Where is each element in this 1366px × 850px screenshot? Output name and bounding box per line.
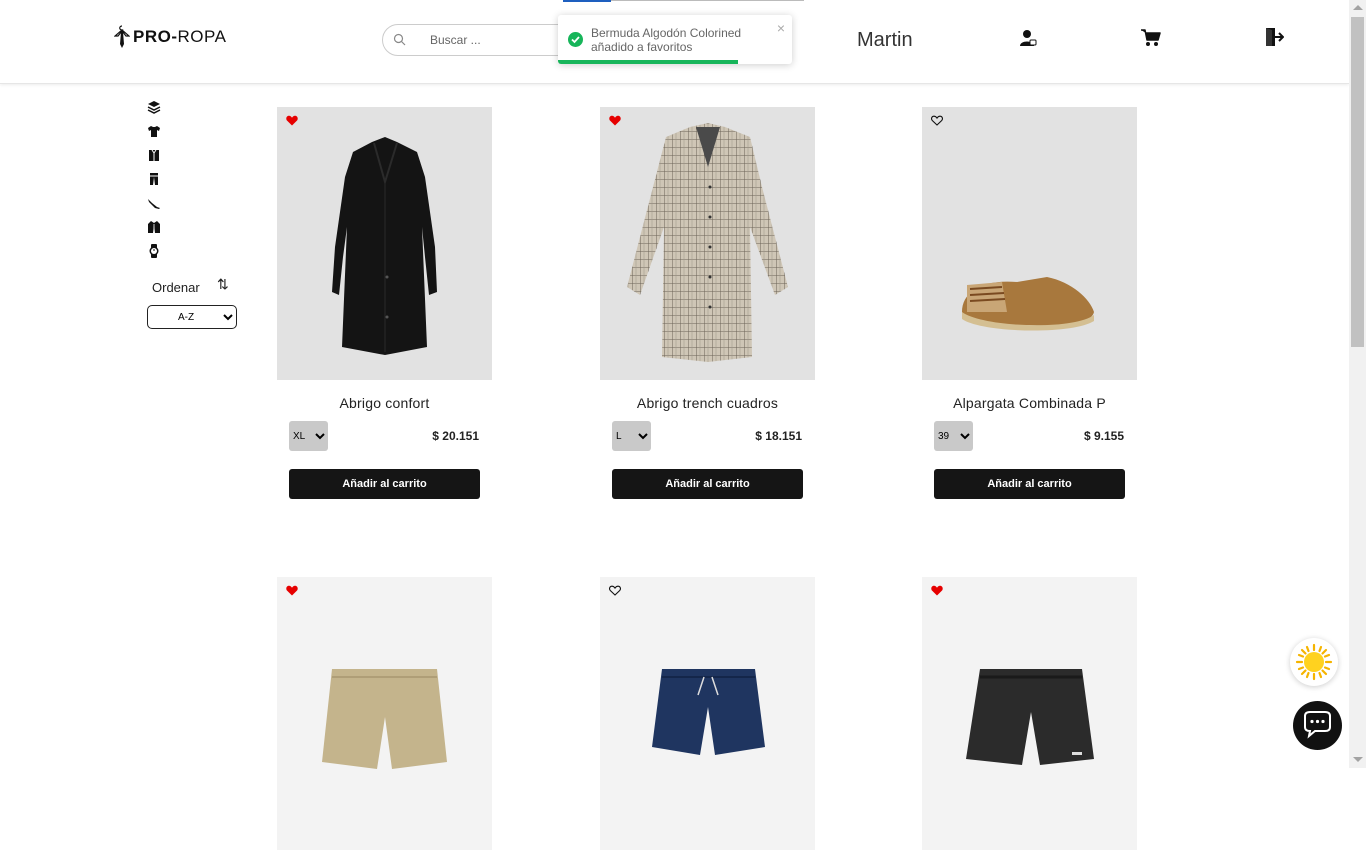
favorite-heart-outline-icon[interactable] — [931, 115, 943, 126]
trench-coat-image — [627, 123, 788, 362]
product-name[interactable]: Alpargata Combinada P — [922, 395, 1137, 411]
search-input[interactable] — [428, 32, 562, 48]
espadrille-image — [962, 277, 1094, 331]
logo[interactable]: PRO-ROPA — [114, 24, 226, 50]
product-price: $ 9.155 — [1083, 429, 1124, 443]
size-select[interactable]: XL — [289, 421, 328, 451]
product-name[interactable]: Abrigo trench cuadros — [600, 395, 815, 411]
product-price: $ 18.151 — [755, 429, 802, 443]
favorite-heart-outline-icon[interactable] — [609, 585, 621, 596]
product-price: $ 20.151 — [432, 429, 479, 443]
product-image[interactable] — [922, 107, 1137, 380]
toast-notification: Bermuda Algodón Colorined añadido a favo… — [558, 15, 792, 64]
order-label: Ordenar — [152, 280, 200, 295]
toast-close-button[interactable]: × — [777, 20, 785, 36]
product-image[interactable] — [922, 577, 1137, 850]
theme-toggle-button[interactable] — [1290, 638, 1338, 686]
username: Martin — [857, 29, 913, 51]
logo-text: PRO-ROPA — [133, 27, 227, 46]
toast-message: Bermuda Algodón Colorined añadido a favo… — [591, 26, 742, 54]
watch-icon[interactable] — [147, 244, 161, 258]
scroll-up-arrow[interactable] — [1353, 5, 1363, 10]
sort-direction-toggle[interactable]: ⇅ — [217, 276, 229, 293]
product-image[interactable] — [277, 107, 492, 380]
add-to-cart-button[interactable]: Añadir al carrito — [934, 469, 1125, 499]
shoe-icon[interactable] — [147, 196, 161, 210]
check-circle-icon — [568, 32, 583, 47]
logout-icon[interactable] — [1264, 27, 1284, 47]
chat-bubble-icon — [1304, 711, 1331, 739]
user-icon[interactable] — [1019, 29, 1037, 47]
size-select[interactable]: L — [612, 421, 651, 451]
active-tab-indicator — [563, 0, 611, 2]
order-select[interactable]: A-Z Z-A — [147, 305, 237, 329]
shirt-icon[interactable] — [147, 148, 161, 162]
tshirt-icon[interactable] — [147, 124, 161, 138]
denim-shorts-image — [652, 669, 765, 755]
sun-icon — [1295, 643, 1333, 681]
black-shorts-image — [966, 669, 1094, 765]
hanger-tie-icon — [114, 25, 130, 48]
layers-icon[interactable] — [147, 100, 161, 114]
add-to-cart-button[interactable]: Añadir al carrito — [289, 469, 480, 499]
jacket-icon[interactable] — [147, 220, 161, 234]
cart-icon[interactable] — [1141, 29, 1161, 47]
search-box[interactable] — [382, 24, 582, 56]
add-to-cart-button[interactable]: Añadir al carrito — [612, 469, 803, 499]
black-coat-image — [332, 137, 437, 355]
tab-divider — [611, 0, 804, 1]
product-image[interactable] — [277, 577, 492, 850]
product-image[interactable] — [600, 577, 815, 850]
pants-icon[interactable] — [147, 172, 161, 186]
scrollbar-thumb[interactable] — [1351, 17, 1364, 347]
toast-progress-bar — [558, 60, 739, 64]
khaki-shorts-image — [322, 669, 447, 769]
chat-button[interactable] — [1293, 701, 1342, 750]
size-select[interactable]: 39 — [934, 421, 973, 451]
favorite-heart-icon[interactable] — [286, 115, 298, 126]
search-icon — [393, 33, 406, 46]
favorite-heart-icon[interactable] — [609, 115, 621, 126]
product-image[interactable] — [600, 107, 815, 380]
scroll-down-arrow[interactable] — [1353, 757, 1363, 762]
favorite-heart-icon[interactable] — [931, 585, 943, 596]
favorite-heart-icon[interactable] — [286, 585, 298, 596]
product-name[interactable]: Abrigo confort — [277, 395, 492, 411]
